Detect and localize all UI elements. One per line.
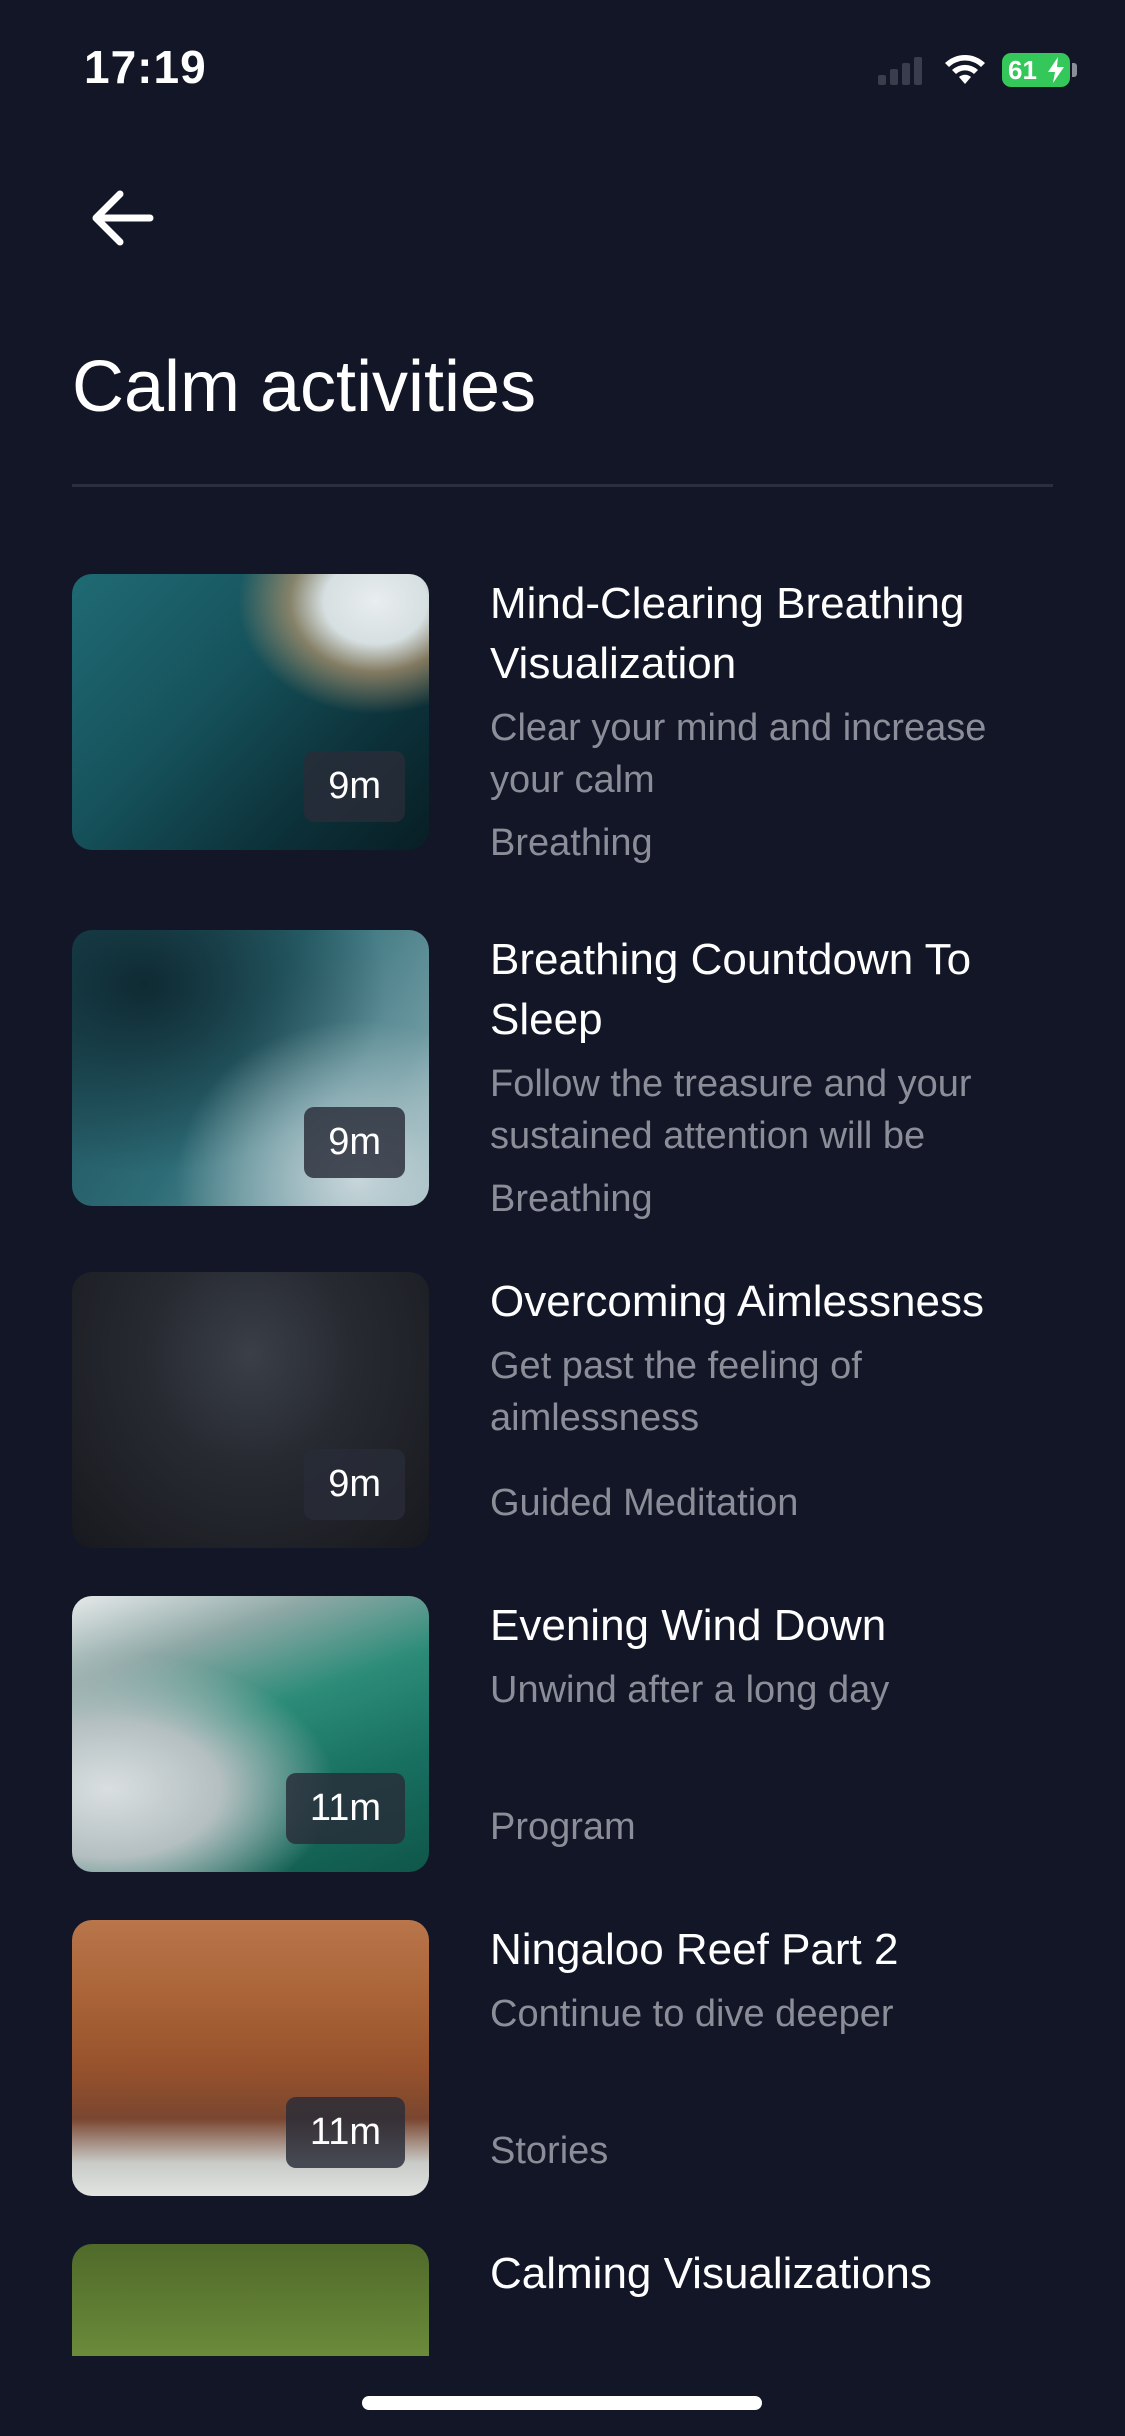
activity-description: Clear your mind and increase your calm — [490, 707, 987, 801]
duration-badge: 9m — [304, 1449, 405, 1520]
activity-thumbnail — [72, 2244, 429, 2356]
battery-icon: 61 — [1002, 53, 1070, 87]
activity-text: Evening Wind Down Unwind after a long da… — [490, 1596, 1050, 1716]
activity-title: Overcoming Aimlessness — [490, 1277, 984, 1326]
activity-thumbnail: 11m — [72, 1596, 429, 1872]
page-title: Calm activities — [72, 347, 537, 427]
activity-description: Get past the feeling of aimlessness — [490, 1345, 862, 1439]
duration-badge: 11m — [285, 1773, 405, 1844]
activity-item[interactable]: Calming Visualizations — [72, 2244, 1053, 2356]
activity-thumbnail: 9m — [72, 1272, 429, 1548]
activity-description: Follow the treasure and your sustained a… — [490, 1063, 972, 1157]
divider — [72, 484, 1053, 487]
activity-text: Breathing Countdown To Sleep Follow the … — [490, 930, 1050, 1162]
activity-title: Mind-Clearing Breathing Visualization — [490, 579, 965, 688]
battery-level: 61 — [1008, 54, 1037, 85]
activity-category: Breathing — [490, 822, 653, 864]
activity-category: Stories — [490, 2130, 609, 2172]
status-icons: 61 — [878, 48, 1077, 92]
activity-description: Continue to dive deeper — [490, 1993, 894, 2035]
activity-title: Calming Visualizations — [490, 2249, 932, 2298]
home-indicator[interactable] — [362, 2396, 762, 2410]
activity-text: Overcoming Aimlessness Get past the feel… — [490, 1272, 1050, 1444]
arrow-left-icon — [92, 190, 154, 246]
activity-thumbnail: 9m — [72, 930, 429, 1206]
activity-category: Guided Meditation — [490, 1482, 799, 1524]
activity-text: Mind-Clearing Breathing Visualization Cl… — [490, 574, 1050, 806]
activity-category: Program — [490, 1806, 636, 1848]
activity-category: Breathing — [490, 1178, 653, 1220]
battery-cap — [1072, 63, 1077, 77]
activity-description: Unwind after a long day — [490, 1669, 890, 1711]
status-bar: 17:19 61 — [0, 0, 1125, 140]
activity-text: Calming Visualizations — [490, 2244, 1050, 2304]
duration-badge: 11m — [285, 2097, 405, 2168]
activity-thumbnail: 9m — [72, 574, 429, 850]
charging-bolt-icon — [1048, 57, 1064, 83]
back-button[interactable] — [84, 180, 160, 256]
duration-badge: 9m — [304, 1107, 405, 1178]
activity-text: Ningaloo Reef Part 2 Continue to dive de… — [490, 1920, 1050, 2040]
activity-title: Breathing Countdown To Sleep — [490, 935, 972, 1044]
status-time: 17:19 — [84, 41, 207, 93]
activity-thumbnail: 11m — [72, 1920, 429, 2196]
wifi-icon — [942, 53, 988, 87]
activity-title: Evening Wind Down — [490, 1601, 887, 1650]
activity-title: Ningaloo Reef Part 2 — [490, 1925, 899, 1974]
duration-badge: 9m — [304, 751, 405, 822]
cellular-signal-icon — [878, 55, 928, 85]
